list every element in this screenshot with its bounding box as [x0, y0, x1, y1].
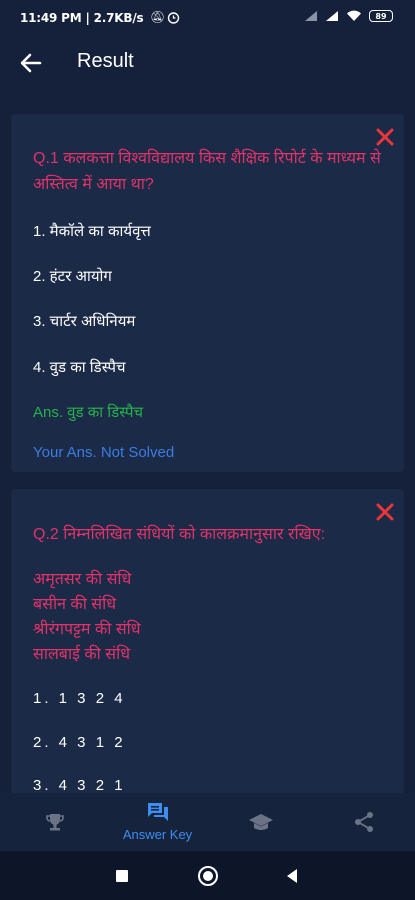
statement-2: बसीन की संधि: [33, 596, 117, 613]
app-bar: Result: [0, 38, 415, 88]
back-arrow-icon[interactable]: [18, 50, 44, 76]
statement-1: अमृतसर की संधि: [33, 571, 132, 588]
option-1: 1. 1 3 2 4: [33, 690, 126, 707]
option-2: 2. हंटर आयोग: [33, 268, 112, 285]
close-icon[interactable]: [374, 501, 396, 523]
back-triangle-icon[interactable]: [285, 868, 299, 884]
question-text: Q.1 कलकत्ता विश्वविद्यालय किस शैक्षिक रि…: [33, 150, 381, 193]
mute-icon: 🔕︎: [150, 10, 166, 24]
wifi-icon: [347, 10, 361, 21]
recents-icon[interactable]: [115, 869, 129, 883]
status-time: 11:49 PM | 2.7KB/s: [20, 11, 144, 25]
nav-share[interactable]: [312, 793, 415, 851]
statement-4: सालबाई की संधि: [33, 646, 131, 663]
battery-icon: 89: [369, 10, 393, 22]
statement-3: श्रीरंगपट्टम की संधि: [33, 621, 141, 638]
close-icon[interactable]: [374, 126, 396, 148]
status-bar: 11:49 PM | 2.7KB/s 🔕︎ 89: [0, 0, 415, 38]
option-2: 2. 4 3 1 2: [33, 734, 126, 751]
option-1: 1. मैकॉले का कार्यवृत्त: [33, 223, 151, 240]
question-text: Q.2 निम्नलिखित संधियों को कालक्रमानुसार …: [33, 526, 326, 543]
trophy-icon: [45, 814, 64, 831]
option-3: 3. चार्टर अधिनियम: [33, 313, 136, 330]
question-card: Q.2 निम्नलिखित संधियों को कालक्रमानुसार …: [11, 489, 404, 793]
result-list[interactable]: Q.1 कलकत्ता विश्वविद्यालय किस शैक्षिक रि…: [0, 88, 415, 793]
bottom-navigation: Answer Key: [0, 793, 415, 851]
nav-leaderboard[interactable]: [3, 793, 106, 851]
option-4: 4. वुड का डिस्पैच: [33, 359, 126, 376]
signal-strong-icon: [326, 11, 338, 21]
status-icons: 89: [304, 10, 393, 22]
alarm-icon: [167, 12, 180, 24]
system-navigation-bar: [0, 851, 415, 900]
your-answer: Your Ans. Not Solved: [33, 444, 175, 461]
share-icon: [354, 812, 373, 832]
graduation-cap-icon: [248, 814, 273, 830]
correct-answer: Ans. वुड का डिस्पैच: [33, 404, 144, 421]
nav-learn[interactable]: [209, 793, 312, 851]
question-card: Q.1 कलकत्ता विश्वविद्यालय किस शैक्षिक रि…: [11, 114, 404, 472]
signal-icon: [305, 11, 317, 21]
home-icon[interactable]: [197, 865, 219, 887]
nav-answer-key[interactable]: Answer Key: [106, 793, 209, 851]
chat-icon: [147, 803, 168, 821]
nav-answer-key-label: Answer Key: [122, 827, 193, 842]
option-3: 3. 4 3 2 1: [33, 777, 126, 793]
page-title: Result: [77, 50, 134, 72]
